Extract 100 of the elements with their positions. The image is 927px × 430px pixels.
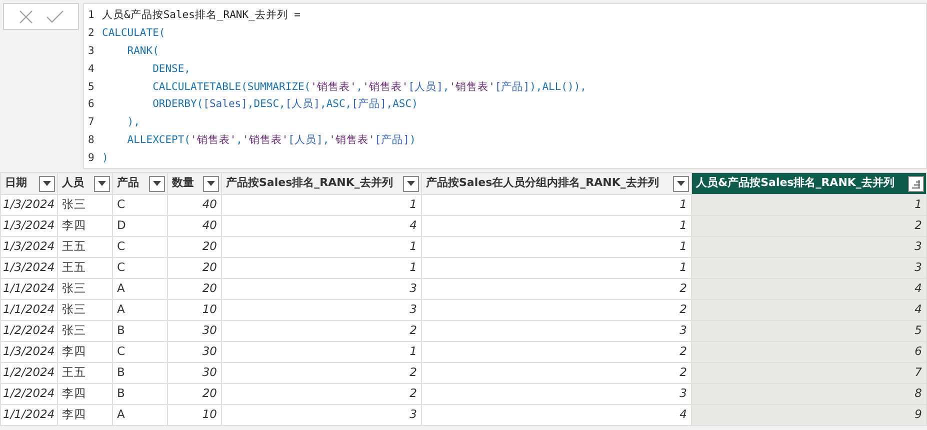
dropdown-button[interactable] <box>673 176 689 192</box>
table-cell: C <box>112 342 168 362</box>
caret-icon <box>677 181 685 186</box>
column-header[interactable]: 数量 <box>168 172 222 194</box>
table-cell: 3 <box>422 384 692 404</box>
dropdown-button[interactable] <box>39 176 55 192</box>
table-cell: 张三 <box>58 300 112 320</box>
caret-icon <box>407 181 415 186</box>
table-cell: 20 <box>168 278 222 300</box>
table-cell: 3 <box>692 236 926 258</box>
cancel-icon[interactable] <box>18 8 34 24</box>
table-cell: 1/3/2024 <box>0 216 58 236</box>
table-cell: 4 <box>422 404 692 426</box>
line-number: 8 <box>88 133 96 148</box>
table-cell: D <box>112 216 168 236</box>
line-number: 3 <box>88 44 96 59</box>
table-cell: 2 <box>422 278 692 300</box>
table-cell: 30 <box>168 342 222 362</box>
commit-icon[interactable] <box>46 10 64 24</box>
code-line: ALLEXCEPT('销售表','销售表'[人员],'销售表'[产品]) <box>126 133 416 148</box>
sort-icon <box>911 178 921 188</box>
table-cell: 4 <box>222 216 422 236</box>
table-cell: 4 <box>692 278 926 300</box>
table-cell: C <box>112 236 168 258</box>
table-cell: 2 <box>422 300 692 320</box>
table-cell: 10 <box>168 300 222 320</box>
table-cell: A <box>112 300 168 320</box>
line-number: 5 <box>88 80 96 95</box>
table-cell: 1/1/2024 <box>0 278 58 300</box>
table-cell: 王五 <box>58 236 112 258</box>
table-cell: 40 <box>168 194 222 216</box>
table-cell: 1 <box>422 194 692 216</box>
line-number: 7 <box>88 115 96 130</box>
table-cell: 7 <box>692 362 926 384</box>
dropdown-button[interactable] <box>403 176 419 192</box>
line-number: 4 <box>88 62 96 77</box>
table-cell: 3 <box>222 278 422 300</box>
table-cell: 李四 <box>58 342 112 362</box>
table-cell: 1/1/2024 <box>0 300 58 320</box>
caret-icon <box>207 181 215 186</box>
code-line: ) <box>102 151 108 166</box>
table-cell: 20 <box>168 258 222 278</box>
code-line: ORDERBY([Sales],DESC,[人员],ASC,[产品],ASC) <box>152 97 418 112</box>
table-cell: 1/3/2024 <box>0 342 58 362</box>
dropdown-button[interactable] <box>203 176 219 192</box>
table-cell: C <box>112 258 168 278</box>
table-cell: 8 <box>692 384 926 404</box>
table-cell: 1 <box>222 236 422 258</box>
column-header[interactable]: 人员 <box>58 172 112 194</box>
line-number: 6 <box>88 97 96 112</box>
table-cell: 1 <box>222 342 422 362</box>
table-cell: A <box>112 278 168 300</box>
table-cell: 3 <box>222 300 422 320</box>
line-number: 1 <box>88 8 96 23</box>
table-cell: 1/2/2024 <box>0 362 58 384</box>
table-cell: 5 <box>692 320 926 342</box>
code-line: CALCULATETABLE(SUMMARIZE('销售表','销售表'[人员],'销售表'[产品]),ALL()), <box>152 80 586 95</box>
table-cell: 张三 <box>58 320 112 342</box>
table-cell: C <box>112 194 168 216</box>
table-cell: 1 <box>222 258 422 278</box>
caret-icon <box>98 181 106 186</box>
column-header[interactable]: 日期 <box>0 172 58 194</box>
table-cell: 9 <box>692 404 926 426</box>
table-cell: 3 <box>422 320 692 342</box>
dropdown-button[interactable] <box>94 176 110 192</box>
table-cell: 2 <box>422 342 692 362</box>
caret-icon <box>153 181 161 186</box>
table-cell: B <box>112 384 168 404</box>
table-cell: B <box>112 362 168 384</box>
table-cell: 张三 <box>58 278 112 300</box>
caret-icon <box>43 181 51 186</box>
table-cell: 1 <box>422 216 692 236</box>
table-cell: 王五 <box>58 258 112 278</box>
code-line: RANK( <box>126 44 159 59</box>
line-number: 2 <box>88 26 96 41</box>
column-header[interactable]: 产品按Sales在人员分组内排名_RANK_去并列 <box>422 172 692 194</box>
table-cell: 40 <box>168 216 222 236</box>
table-cell: 李四 <box>58 384 112 404</box>
table-cell: 1 <box>222 194 422 216</box>
column-header[interactable]: 人员&产品按Sales排名_RANK_去并列 <box>692 172 926 194</box>
table-cell: A <box>112 404 168 426</box>
table-cell: 1/3/2024 <box>0 258 58 278</box>
table-cell: 4 <box>692 300 926 320</box>
table-cell: 30 <box>168 320 222 342</box>
table-cell: 王五 <box>58 362 112 384</box>
line-number: 9 <box>88 151 96 166</box>
table-cell: B <box>112 320 168 342</box>
sort-button[interactable] <box>908 176 924 192</box>
column-header[interactable]: 产品 <box>112 172 168 194</box>
table-cell: 李四 <box>58 216 112 236</box>
table-cell: 6 <box>692 342 926 362</box>
table-cell: 2 <box>222 384 422 404</box>
dropdown-button[interactable] <box>149 176 165 192</box>
table-cell: 3 <box>222 404 422 426</box>
table-cell: 2 <box>222 362 422 384</box>
table-cell: 20 <box>168 384 222 404</box>
table-cell: 10 <box>168 404 222 426</box>
table-cell: 李四 <box>58 404 112 426</box>
table-cell: 2 <box>422 362 692 384</box>
column-header[interactable]: 产品按Sales排名_RANK_去并列 <box>222 172 422 194</box>
